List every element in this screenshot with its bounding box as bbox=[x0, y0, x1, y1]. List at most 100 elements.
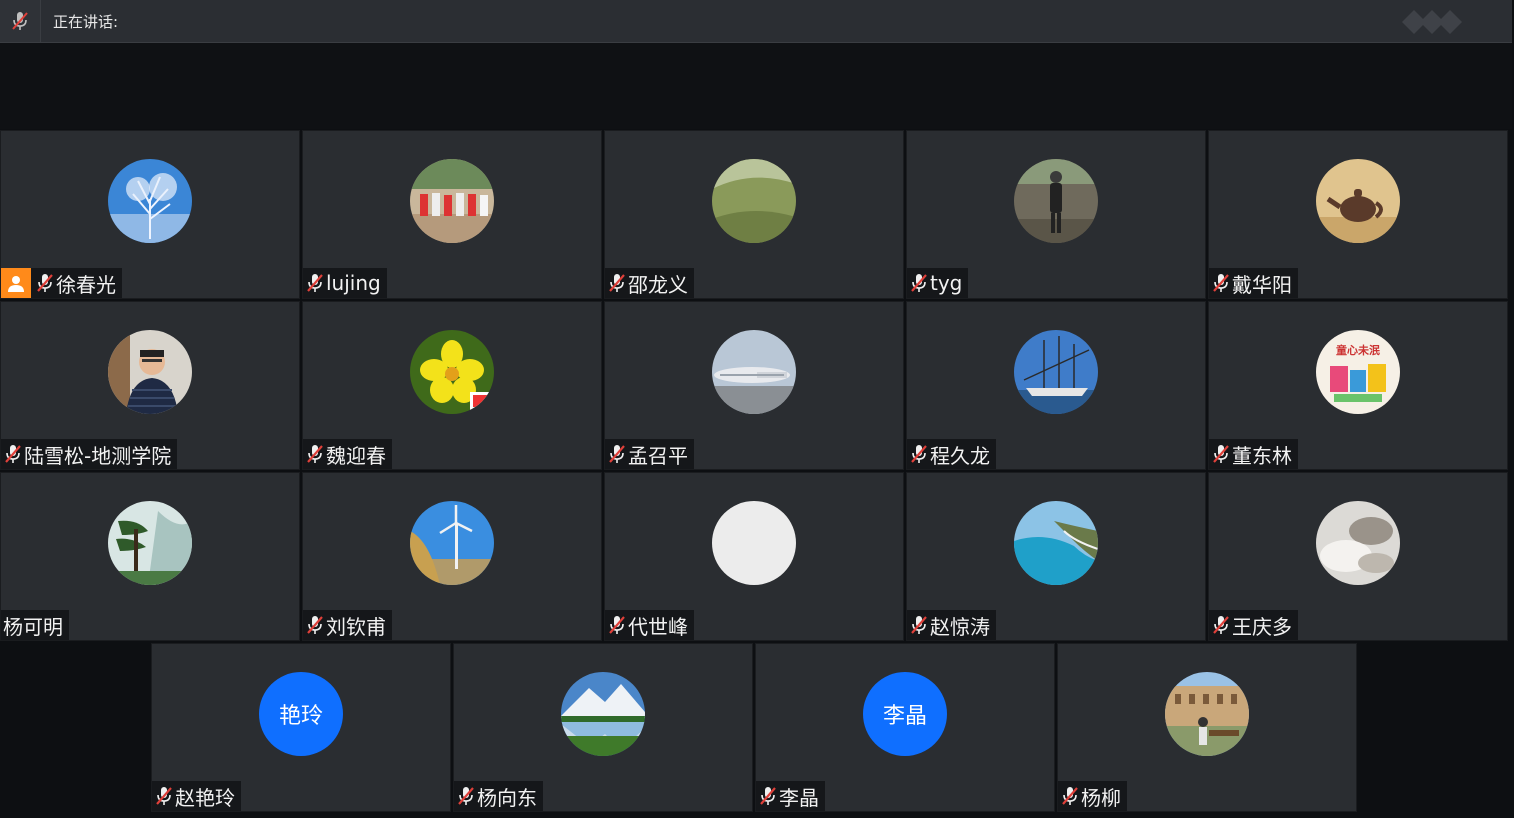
participant-name: 赵艳玲 bbox=[175, 785, 235, 810]
participant-name: 魏迎春 bbox=[326, 443, 386, 468]
participant-avatar bbox=[712, 330, 796, 414]
participant-name: 陆雪松-地测学院 bbox=[24, 443, 172, 468]
participant-name-tag: 董东林 bbox=[1209, 439, 1298, 469]
mic-muted-icon bbox=[609, 445, 625, 463]
participant-avatar bbox=[108, 330, 192, 414]
participant-name: 徐春光 bbox=[56, 272, 116, 297]
participant-name-tag: 杨柳 bbox=[1058, 781, 1127, 811]
participant-name: 董东林 bbox=[1232, 443, 1292, 468]
host-badge bbox=[1, 268, 31, 298]
participant-name: 王庆多 bbox=[1232, 614, 1292, 639]
participant-name-tag: 赵惊涛 bbox=[907, 610, 996, 640]
participant-name: 戴华阳 bbox=[1232, 272, 1292, 297]
participant-name-tag: 魏迎春 bbox=[303, 439, 392, 469]
mic-muted-icon bbox=[1062, 787, 1078, 805]
participant-name: 杨向东 bbox=[477, 785, 537, 810]
participant-name: lujing bbox=[326, 271, 381, 295]
participant-name-tag: lujing bbox=[303, 268, 387, 298]
mic-muted-icon bbox=[911, 616, 927, 634]
participant-name-tag: 戴华阳 bbox=[1209, 268, 1298, 298]
mic-muted-icon bbox=[458, 787, 474, 805]
mic-muted-icon bbox=[609, 616, 625, 634]
participant-avatar bbox=[1014, 501, 1098, 585]
participant-name-tag: tyg bbox=[907, 268, 969, 298]
participant-tile[interactable]: 邵龙义 bbox=[604, 130, 904, 299]
mic-muted-icon bbox=[1213, 274, 1229, 292]
mic-muted-icon bbox=[307, 445, 323, 463]
participant-tile[interactable]: 王庆多 bbox=[1208, 472, 1508, 641]
participant-tile[interactable]: 代世峰 bbox=[604, 472, 904, 641]
participant-avatar bbox=[712, 159, 796, 243]
participant-tile[interactable]: 戴华阳 bbox=[1208, 130, 1508, 299]
participant-name-tag: 代世峰 bbox=[605, 610, 694, 640]
participant-name-tag: 刘钦甫 bbox=[303, 610, 392, 640]
participant-name-tag: 邵龙义 bbox=[605, 268, 694, 298]
participant-avatar bbox=[1316, 159, 1400, 243]
participant-avatar bbox=[1316, 501, 1400, 585]
participant-tile[interactable]: 杨可明 bbox=[0, 472, 300, 641]
participant-avatar bbox=[410, 501, 494, 585]
participant-tile[interactable]: 赵惊涛 bbox=[906, 472, 1206, 641]
participant-name: 赵惊涛 bbox=[930, 614, 990, 639]
mic-muted-icon bbox=[911, 445, 927, 463]
participant-tile[interactable]: 童心未泯董东林 bbox=[1208, 301, 1508, 470]
video-spotlight-area bbox=[0, 43, 1512, 129]
participant-avatar bbox=[108, 501, 192, 585]
mic-muted-icon bbox=[1213, 616, 1229, 634]
participant-name: 杨柳 bbox=[1081, 785, 1121, 810]
app-logo-icon bbox=[1402, 10, 1462, 34]
participant-tile[interactable]: 李晶 李晶 bbox=[755, 643, 1055, 812]
mic-muted-icon bbox=[5, 445, 21, 463]
participant-name: 杨可明 bbox=[3, 614, 63, 639]
participant-tile[interactable]: 魏迎春 bbox=[302, 301, 602, 470]
participant-name: tyg bbox=[930, 271, 963, 295]
participant-avatar bbox=[1165, 672, 1249, 756]
participant-avatar bbox=[1014, 159, 1098, 243]
participant-name: 孟召平 bbox=[628, 443, 688, 468]
participant-avatar bbox=[561, 672, 645, 756]
top-bar: 正在讲话: bbox=[0, 0, 1512, 43]
mic-muted-icon bbox=[911, 274, 927, 292]
participant-tile[interactable]: 杨向东 bbox=[453, 643, 753, 812]
mic-muted-icon bbox=[307, 616, 323, 634]
mic-muted-icon bbox=[760, 787, 776, 805]
participant-tile[interactable]: 孟召平 bbox=[604, 301, 904, 470]
speaking-label: 正在讲话: bbox=[53, 12, 119, 31]
participant-name-tag: 李晶 bbox=[756, 781, 825, 811]
participant-name-tag: 孟召平 bbox=[605, 439, 694, 469]
participant-tile[interactable]: 刘钦甫 bbox=[302, 472, 602, 641]
mic-muted-icon bbox=[307, 274, 323, 292]
participant-name: 刘钦甫 bbox=[326, 614, 386, 639]
participant-name-tag: 程久龙 bbox=[907, 439, 996, 469]
participant-tile[interactable]: tyg bbox=[906, 130, 1206, 299]
participant-tile[interactable]: 杨柳 bbox=[1057, 643, 1357, 812]
mic-muted-icon bbox=[37, 274, 53, 292]
participant-tile[interactable]: 陆雪松-地测学院 bbox=[0, 301, 300, 470]
participant-name: 代世峰 bbox=[628, 614, 688, 639]
participant-tile[interactable]: 艳玲赵艳玲 bbox=[151, 643, 451, 812]
participant-tile[interactable]: 徐春光 bbox=[0, 130, 300, 299]
participant-avatar: 李晶 bbox=[863, 672, 947, 756]
mic-muted-icon bbox=[12, 12, 28, 30]
svg-text:童心未泯: 童心未泯 bbox=[1336, 343, 1380, 357]
participant-avatar bbox=[410, 159, 494, 243]
participant-name: 程久龙 bbox=[930, 443, 990, 468]
participant-avatar bbox=[410, 330, 494, 414]
mic-muted-icon bbox=[156, 787, 172, 805]
participant-name-tag: 杨可明 bbox=[1, 610, 69, 640]
participant-tile[interactable]: 程久龙 bbox=[906, 301, 1206, 470]
participant-name: 李晶 bbox=[779, 785, 819, 810]
participant-name-tag: 王庆多 bbox=[1209, 610, 1298, 640]
mic-muted-icon bbox=[609, 274, 625, 292]
participant-name-tag: 陆雪松-地测学院 bbox=[1, 439, 178, 469]
participant-grid: 徐春光 lujing 邵龙义 tyg 戴华阳陆雪松-地测学院 魏迎春 孟召平 程久龙 童心未泯董… bbox=[0, 130, 1512, 818]
participant-tile[interactable]: lujing bbox=[302, 130, 602, 299]
participant-name: 邵龙义 bbox=[628, 272, 688, 297]
participant-avatar bbox=[108, 159, 192, 243]
participant-avatar: 艳玲 bbox=[259, 672, 343, 756]
participant-avatar bbox=[712, 501, 796, 585]
mic-muted-icon bbox=[1213, 445, 1229, 463]
user-icon bbox=[8, 276, 24, 292]
mute-toggle[interactable] bbox=[0, 0, 41, 42]
participant-avatar: 童心未泯 bbox=[1316, 330, 1400, 414]
